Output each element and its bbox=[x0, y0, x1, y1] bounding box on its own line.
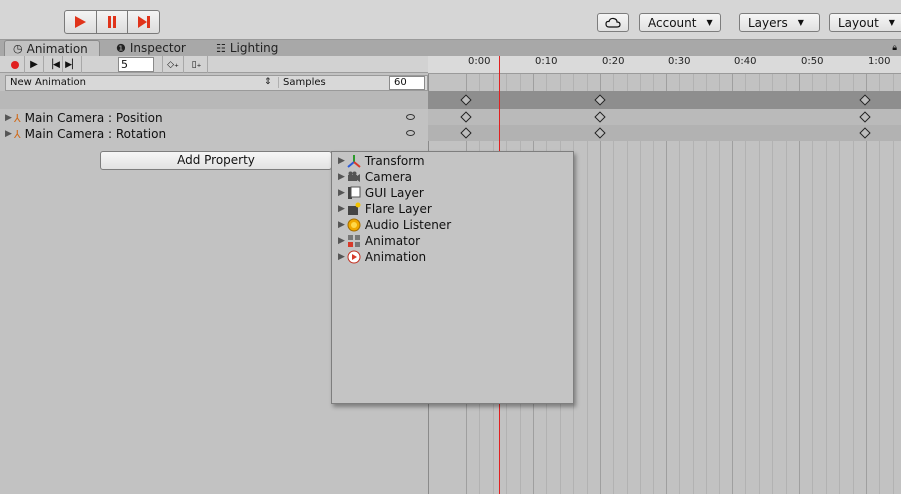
account-label: Account bbox=[648, 15, 697, 30]
account-dropdown[interactable]: Account ▼ bbox=[639, 13, 721, 32]
chevron-down-icon: ▼ bbox=[706, 18, 713, 27]
flare-layer-icon bbox=[347, 202, 361, 216]
main-toolbar: Account ▼ Layers ▼ Layout ▼ bbox=[0, 0, 901, 40]
chevron-down-icon: ▼ bbox=[797, 18, 804, 27]
record-button[interactable] bbox=[6, 56, 25, 73]
dropdown-item-animation[interactable]: ▶ Animation bbox=[338, 249, 426, 265]
expand-triangle-icon[interactable]: ▶ bbox=[5, 129, 12, 139]
tab-lighting[interactable]: ☷ Lighting bbox=[208, 40, 286, 56]
time-tick: 0:50 bbox=[801, 56, 824, 67]
clip-dropdown-icon[interactable]: ⇕ bbox=[264, 77, 272, 87]
time-tick: 1:00 bbox=[868, 56, 891, 67]
camera-icon bbox=[347, 170, 361, 184]
samples-label: Samples bbox=[278, 77, 326, 88]
pause-button[interactable] bbox=[96, 10, 129, 34]
play-icon bbox=[75, 16, 87, 28]
add-keyframe-button[interactable]: ◇₊ bbox=[162, 56, 184, 73]
time-tick: 0:30 bbox=[668, 56, 691, 67]
lock-icon[interactable]: 🔒︎ bbox=[892, 43, 897, 53]
frame-field[interactable]: 5 bbox=[118, 57, 154, 72]
pause-icon bbox=[108, 16, 116, 28]
add-property-button[interactable]: Add Property bbox=[100, 151, 332, 170]
dropdown-item-transform[interactable]: ▶ Transform bbox=[338, 153, 425, 169]
next-key-button[interactable]: ▶▏ bbox=[63, 56, 82, 73]
tab-strip: ◷ Animation ❶ Inspector ☷ Lighting 🔒︎ bbox=[0, 40, 901, 56]
time-tick: 0:40 bbox=[734, 56, 757, 67]
clip-name[interactable]: New Animation bbox=[10, 77, 86, 88]
prev-key-icon: ▕◀ bbox=[46, 59, 60, 70]
expand-triangle-icon: ▶ bbox=[338, 220, 345, 230]
expand-triangle-icon: ▶ bbox=[338, 172, 345, 182]
expand-triangle-icon: ▶ bbox=[338, 252, 345, 262]
transform-icon: ⅄ bbox=[13, 111, 21, 125]
time-tick: 0:20 bbox=[602, 56, 625, 67]
add-event-icon: ▯₊ bbox=[191, 59, 202, 70]
dropdown-item-animator[interactable]: ▶ Animator bbox=[338, 233, 420, 249]
expand-triangle-icon: ▶ bbox=[338, 188, 345, 198]
tab-label: Inspector bbox=[129, 41, 186, 55]
preview-play-button[interactable]: ▶ bbox=[25, 56, 44, 73]
dropdown-item-gui-layer[interactable]: ▶ GUI Layer bbox=[338, 185, 424, 201]
property-options-icon[interactable] bbox=[406, 114, 415, 120]
expand-triangle-icon: ▶ bbox=[338, 236, 345, 246]
lighting-icon: ☷ bbox=[216, 41, 226, 55]
step-button[interactable] bbox=[128, 10, 161, 34]
transform-icon bbox=[347, 154, 361, 168]
layers-label: Layers bbox=[748, 15, 788, 30]
play-icon: ▶ bbox=[30, 59, 38, 70]
property-label: Main Camera : Rotation bbox=[24, 127, 167, 141]
layers-dropdown[interactable]: Layers ▼ bbox=[739, 13, 820, 32]
info-icon: ❶ bbox=[116, 41, 126, 55]
dropdown-item-label: GUI Layer bbox=[364, 186, 424, 200]
dropdown-item-audio-listener[interactable]: ▶ Audio Listener bbox=[338, 217, 451, 233]
gui-layer-icon bbox=[347, 186, 361, 200]
clip-selector-row: New Animation ⇕ Samples 60 bbox=[5, 75, 428, 91]
dropdown-item-camera[interactable]: ▶ Camera bbox=[338, 169, 412, 185]
animation-controls: ▶ ▕◀ ▶▏ 5 ◇₊ ▯₊ bbox=[0, 56, 428, 73]
time-tick: 0:10 bbox=[535, 56, 558, 67]
time-tick: 0:00 bbox=[468, 56, 491, 67]
animator-icon bbox=[347, 234, 361, 248]
dropdown-item-label: Animator bbox=[364, 234, 421, 248]
prev-key-button[interactable]: ▕◀ bbox=[44, 56, 63, 73]
tab-label: Animation bbox=[26, 41, 88, 56]
collab-button[interactable] bbox=[597, 13, 629, 32]
clock-icon: ◷ bbox=[13, 42, 23, 55]
expand-triangle-icon[interactable]: ▶ bbox=[5, 113, 12, 123]
playback-controls bbox=[64, 10, 161, 34]
dropdown-item-label: Camera bbox=[364, 170, 413, 184]
property-label: Main Camera : Position bbox=[24, 111, 163, 125]
dropdown-item-label: Audio Listener bbox=[364, 218, 452, 232]
summary-row bbox=[0, 91, 428, 109]
expand-triangle-icon: ▶ bbox=[338, 204, 345, 214]
property-row-position[interactable]: ▶ ⅄ Main Camera : Position bbox=[5, 110, 425, 126]
property-options-icon[interactable] bbox=[406, 130, 415, 136]
layout-dropdown[interactable]: Layout ▼ bbox=[829, 13, 901, 32]
expand-triangle-icon: ▶ bbox=[338, 156, 345, 166]
property-row-rotation[interactable]: ▶ ⅄ Main Camera : Rotation bbox=[5, 126, 425, 142]
tab-inspector[interactable]: ❶ Inspector bbox=[108, 40, 194, 56]
add-keyframe-icon: ◇₊ bbox=[167, 59, 179, 70]
tab-label: Lighting bbox=[229, 41, 279, 55]
add-property-dropdown: ▶ Transform ▶ Camera ▶ GUI Layer ▶ Flare… bbox=[331, 151, 574, 404]
play-button[interactable] bbox=[64, 10, 97, 34]
cloud-icon bbox=[605, 17, 621, 28]
dropdown-item-label: Flare Layer bbox=[364, 202, 432, 216]
add-event-button[interactable]: ▯₊ bbox=[186, 56, 208, 73]
record-icon bbox=[11, 60, 19, 69]
chevron-down-icon: ▼ bbox=[888, 18, 895, 27]
next-key-icon: ▶▏ bbox=[65, 59, 79, 70]
dropdown-item-label: Transform bbox=[364, 154, 425, 168]
samples-field[interactable]: 60 bbox=[389, 76, 425, 90]
layout-label: Layout bbox=[838, 15, 879, 30]
animation-icon bbox=[347, 250, 361, 264]
tab-animation[interactable]: ◷ Animation bbox=[4, 40, 100, 56]
step-icon bbox=[137, 16, 150, 28]
audio-listener-icon bbox=[347, 218, 361, 232]
dropdown-item-flare-layer[interactable]: ▶ Flare Layer bbox=[338, 201, 432, 217]
transform-icon: ⅄ bbox=[13, 127, 21, 141]
dropdown-item-label: Animation bbox=[364, 250, 427, 264]
